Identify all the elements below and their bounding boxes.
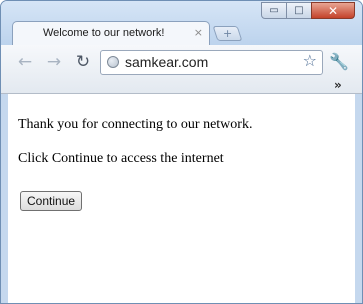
page-content: Thank you for connecting to our network.… <box>8 94 355 303</box>
continue-button[interactable]: Continue <box>20 191 83 211</box>
close-window-button[interactable]: ✕ <box>311 2 355 19</box>
welcome-message: Thank you for connecting to our network. <box>18 117 253 132</box>
bookmarks-overflow-icon[interactable]: » <box>334 78 342 92</box>
window-controls: ▭ □ ✕ <box>261 2 355 19</box>
globe-icon <box>107 56 119 68</box>
tab-close-icon[interactable]: × <box>194 26 203 39</box>
toolbar: ← → ↻ samkear.com ☆ 🔧 » <box>1 45 362 94</box>
minimize-button[interactable]: ▭ <box>261 2 287 19</box>
plus-icon: + <box>223 27 233 40</box>
reload-icon[interactable]: ↻ <box>72 52 94 72</box>
browser-window: ▭ □ ✕ Welcome to our network! × + ← → ↻ … <box>0 0 363 304</box>
wrench-icon[interactable]: 🔧 <box>329 52 349 71</box>
maximize-button[interactable]: □ <box>286 2 312 19</box>
bookmark-star-icon[interactable]: ☆ <box>303 51 317 70</box>
address-bar[interactable]: samkear.com ☆ <box>100 50 323 75</box>
new-tab-button[interactable]: + <box>212 26 243 41</box>
instruction-message: Click Continue to access the internet <box>18 151 224 166</box>
tab-active[interactable]: Welcome to our network! × <box>12 21 210 46</box>
back-arrow-icon[interactable]: ← <box>14 52 36 72</box>
title-bar: ▭ □ ✕ Welcome to our network! × + <box>1 1 362 46</box>
tab-title: Welcome to our network! <box>43 27 165 39</box>
forward-arrow-icon[interactable]: → <box>43 52 65 72</box>
address-url: samkear.com <box>125 54 209 70</box>
